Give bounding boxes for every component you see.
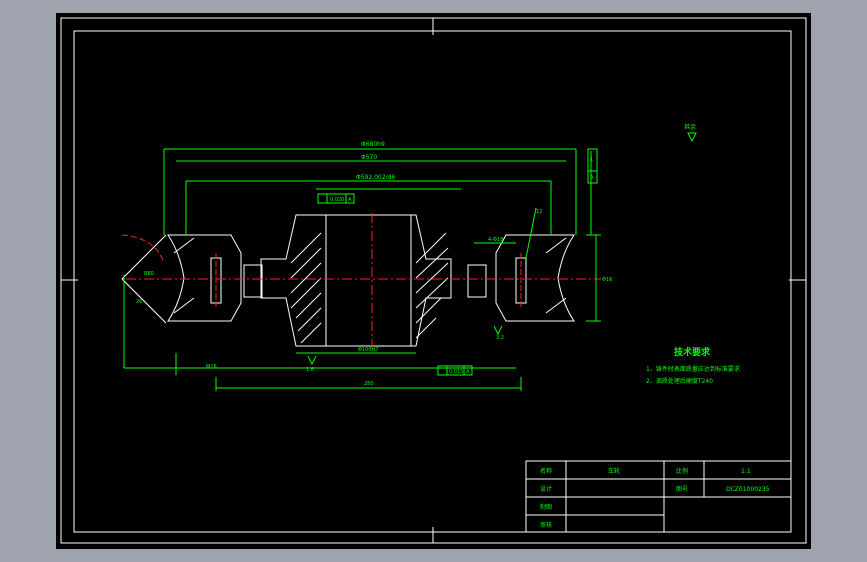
- dim-thread: M16: [206, 364, 217, 370]
- roughness-corner: 其余: [684, 123, 697, 143]
- svg-text:其余: 其余: [684, 123, 696, 131]
- tolerance-frame-right: 1 A: [587, 148, 598, 184]
- svg-text:3.2: 3.2: [496, 335, 504, 341]
- dimension-lines: [123, 148, 601, 391]
- tolerance-frame-top: 0.020 A: [317, 193, 355, 204]
- requirement-item-1: 1、铸件时表面质量应达到标准要求: [646, 365, 740, 373]
- dim-bore: Φ100H7: [358, 347, 378, 353]
- tb-scale-value: 1:1: [741, 468, 751, 475]
- svg-text:A: A: [590, 175, 594, 181]
- outer-border: [60, 17, 807, 544]
- svg-text:1.6: 1.6: [306, 367, 314, 373]
- wheel-section: [121, 213, 601, 350]
- dim-right: Φ16: [602, 277, 612, 283]
- dim-overall: Φ680h9: [361, 141, 385, 148]
- title-block: 名称 车轮 比例 1:1 设计 图号 DCZ01000235 制图 审核: [525, 460, 792, 533]
- svg-text:A: A: [348, 197, 352, 203]
- technical-requirements: 技术要求 1、铸件时表面质量应达到标准要求 2、调质处理后硬度T240: [646, 346, 740, 385]
- svg-text:0.020: 0.020: [330, 197, 344, 203]
- tb-drawn-label: 制图: [540, 503, 552, 511]
- inner-border: [73, 30, 792, 533]
- cad-viewport[interactable]: Φ680h9 Φ570 Φ592.002/d6 4-Φ18 M16 Φ100H7…: [56, 13, 811, 549]
- tb-check-label: 审核: [540, 521, 552, 529]
- tolerance-frame-bottom: 0.015 A: [437, 365, 473, 376]
- svg-text:1: 1: [590, 157, 593, 163]
- dim-hole: 4-Φ18: [488, 237, 503, 243]
- dim-12: 12: [536, 209, 542, 215]
- roughness-marks: 3.2 1.6: [306, 325, 504, 373]
- wheel-drawing: Φ680h9 Φ570 Φ592.002/d6 4-Φ18 M16 Φ100H7…: [60, 17, 807, 544]
- dim-flange: Φ570: [361, 154, 377, 161]
- svg-text:0.015: 0.015: [449, 369, 463, 375]
- requirement-item-2: 2、调质处理后硬度T240: [646, 377, 713, 385]
- requirements-title: 技术要求: [674, 346, 711, 358]
- tb-name-label: 名称: [540, 467, 552, 475]
- dim-tread: Φ592.002/d6: [356, 174, 395, 181]
- tb-design-label: 设计: [540, 485, 552, 493]
- dim-280: 280: [364, 381, 374, 387]
- dim-small: 26: [136, 299, 142, 305]
- svg-text:A: A: [466, 369, 470, 375]
- tb-drawing-no-value: DCZ01000235: [726, 486, 770, 493]
- tb-scale-label: 比例: [676, 467, 688, 475]
- dim-r80: R80: [144, 271, 154, 277]
- tb-name-value: 车轮: [608, 467, 620, 475]
- tb-drawing-no-label: 图号: [676, 486, 688, 493]
